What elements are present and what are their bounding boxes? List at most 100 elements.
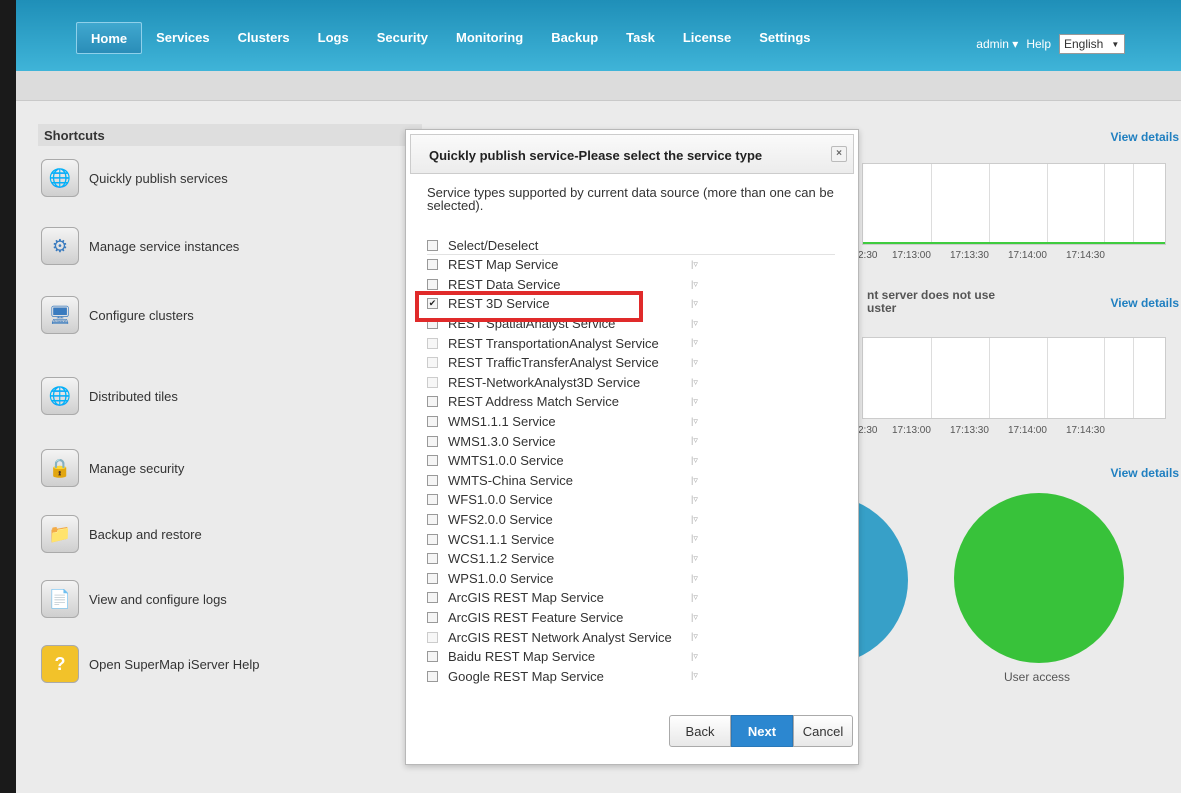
lock-icon: 🔒 xyxy=(41,449,79,487)
service-checkbox[interactable] xyxy=(427,611,438,623)
chevron-down-icon: |▿ xyxy=(691,631,698,642)
service-checkbox[interactable] xyxy=(427,651,438,663)
service-row: REST-NetworkAnalyst3D Service |▿ xyxy=(427,373,835,393)
help-link[interactable]: Help xyxy=(1026,37,1051,51)
service-checkbox[interactable] xyxy=(427,572,438,584)
next-button[interactable]: Next xyxy=(731,715,793,747)
chevron-down-icon: |▿ xyxy=(691,533,698,544)
nav-home[interactable]: Home xyxy=(76,22,143,54)
chevron-down-icon: |▿ xyxy=(691,513,698,524)
chevron-down-icon: |▿ xyxy=(691,337,698,348)
nav-task[interactable]: Task xyxy=(612,22,669,54)
nav-monitoring[interactable]: Monitoring xyxy=(442,22,537,54)
view-details-link[interactable]: View details xyxy=(1111,130,1179,144)
service-row[interactable]: Baidu REST Map Service |▿ xyxy=(427,647,835,667)
shortcut-item[interactable]: 📄 View and configure logs xyxy=(41,580,227,618)
view-details-link[interactable]: View details xyxy=(1111,296,1179,310)
nav-logs[interactable]: Logs xyxy=(304,22,363,54)
service-checkbox[interactable] xyxy=(427,494,438,506)
highlight-box xyxy=(415,291,643,322)
service-label: WMS1.1.1 Service xyxy=(448,414,556,430)
view-details-link[interactable]: View details xyxy=(1111,466,1179,480)
service-row[interactable]: WPS1.0.0 Service |▿ xyxy=(427,569,835,589)
globe-publish-icon: 🌐 xyxy=(41,159,79,197)
service-checkbox[interactable] xyxy=(427,259,438,271)
service-row: REST TrafficTransferAnalyst Service |▿ xyxy=(427,353,835,373)
nav-settings[interactable]: Settings xyxy=(745,22,824,54)
shortcut-item[interactable]: ? Open SuperMap iServer Help xyxy=(41,645,260,683)
chevron-down-icon: |▿ xyxy=(691,435,698,446)
service-row[interactable]: WMS1.1.1 Service |▿ xyxy=(427,412,835,432)
shortcut-item[interactable]: 📁 Backup and restore xyxy=(41,515,202,553)
chart-tick-label: 2:30 xyxy=(858,250,878,261)
service-checkbox[interactable] xyxy=(427,514,438,526)
service-checkbox[interactable] xyxy=(427,455,438,467)
service-checkbox xyxy=(427,357,438,369)
shortcut-item[interactable]: ⚙ Manage service instances xyxy=(41,227,239,265)
cluster-computers-icon: 🖥 xyxy=(41,296,79,334)
service-checkbox[interactable] xyxy=(427,670,438,682)
service-row[interactable]: Google REST Map Service |▿ xyxy=(427,666,835,686)
service-checkbox[interactable] xyxy=(427,553,438,565)
chart-tick-label: 17:13:30 xyxy=(950,425,989,436)
service-row[interactable]: ArcGIS REST Map Service |▿ xyxy=(427,588,835,608)
chevron-down-icon: |▿ xyxy=(691,278,698,289)
service-row: ArcGIS REST Network Analyst Service |▿ xyxy=(427,627,835,647)
user-access-label: User access xyxy=(1004,670,1071,684)
service-checkbox[interactable] xyxy=(427,533,438,545)
service-row[interactable]: ArcGIS REST Feature Service |▿ xyxy=(427,608,835,628)
shortcut-item[interactable]: 🖥 Configure clusters xyxy=(41,296,194,334)
service-checkbox[interactable] xyxy=(427,278,438,290)
nav-services[interactable]: Services xyxy=(142,22,224,54)
chevron-down-icon: |▿ xyxy=(691,572,698,583)
cancel-button[interactable]: Cancel xyxy=(793,715,853,747)
shortcut-label: Open SuperMap iServer Help xyxy=(89,656,260,672)
shortcut-item[interactable]: 🌐 Distributed tiles xyxy=(41,377,178,415)
select-all-row[interactable]: Select/Deselect xyxy=(427,236,835,255)
nav-license[interactable]: License xyxy=(669,22,745,54)
select-all-checkbox[interactable] xyxy=(427,239,438,251)
user-menu[interactable]: admin ▾ xyxy=(976,37,1018,51)
service-checkbox[interactable] xyxy=(427,592,438,604)
service-checkbox[interactable] xyxy=(427,435,438,447)
chevron-down-icon: |▿ xyxy=(691,317,698,328)
chevron-down-icon: |▿ xyxy=(691,650,698,661)
chevron-down-icon: |▿ xyxy=(691,376,698,387)
chevron-down-icon: |▿ xyxy=(691,552,698,563)
service-label: WMTS-China Service xyxy=(448,472,573,488)
service-label: WFS1.0.0 Service xyxy=(448,492,553,508)
chart-tick-label: 17:13:00 xyxy=(892,250,931,261)
service-row[interactable]: WMS1.3.0 Service |▿ xyxy=(427,431,835,451)
service-row[interactable]: WMTS-China Service |▿ xyxy=(427,471,835,491)
nav-backup[interactable]: Backup xyxy=(537,22,612,54)
service-row[interactable]: WFS1.0.0 Service |▿ xyxy=(427,490,835,510)
service-row[interactable]: WCS1.1.1 Service |▿ xyxy=(427,529,835,549)
globe-tiles-icon: 🌐 xyxy=(41,377,79,415)
chart-tick-label: 17:14:00 xyxy=(1008,250,1047,261)
gear-window-icon: ⚙ xyxy=(41,227,79,265)
service-checkbox[interactable] xyxy=(427,396,438,408)
publish-service-dialog: Quickly publish service-Please select th… xyxy=(405,129,859,765)
back-button[interactable]: Back xyxy=(669,715,731,747)
chevron-down-icon: |▿ xyxy=(691,454,698,465)
service-checkbox[interactable] xyxy=(427,474,438,486)
nav-security[interactable]: Security xyxy=(363,22,442,54)
shortcut-item[interactable]: 🌐 Quickly publish services xyxy=(41,159,228,197)
service-checkbox[interactable] xyxy=(427,416,438,428)
shortcut-label: Backup and restore xyxy=(89,526,202,542)
service-row[interactable]: REST Map Service |▿ xyxy=(427,255,835,275)
main-nav: Home Services Clusters Logs Security Monitori… xyxy=(76,22,825,54)
close-icon[interactable]: × xyxy=(831,146,847,162)
chevron-down-icon: |▿ xyxy=(691,298,698,309)
chart-tick-label: 2:30 xyxy=(858,425,878,436)
service-row[interactable]: REST Address Match Service |▿ xyxy=(427,392,835,412)
service-row[interactable]: WFS2.0.0 Service |▿ xyxy=(427,510,835,530)
shortcut-item[interactable]: 🔒 Manage security xyxy=(41,449,184,487)
service-row[interactable]: WCS1.1.2 Service |▿ xyxy=(427,549,835,569)
service-row[interactable]: WMTS1.0.0 Service |▿ xyxy=(427,451,835,471)
service-label: WFS2.0.0 Service xyxy=(448,512,553,528)
chevron-down-icon: |▿ xyxy=(691,611,698,622)
nav-clusters[interactable]: Clusters xyxy=(224,22,304,54)
language-select[interactable]: English ▼ xyxy=(1059,34,1125,54)
shortcut-label: Distributed tiles xyxy=(89,388,178,404)
